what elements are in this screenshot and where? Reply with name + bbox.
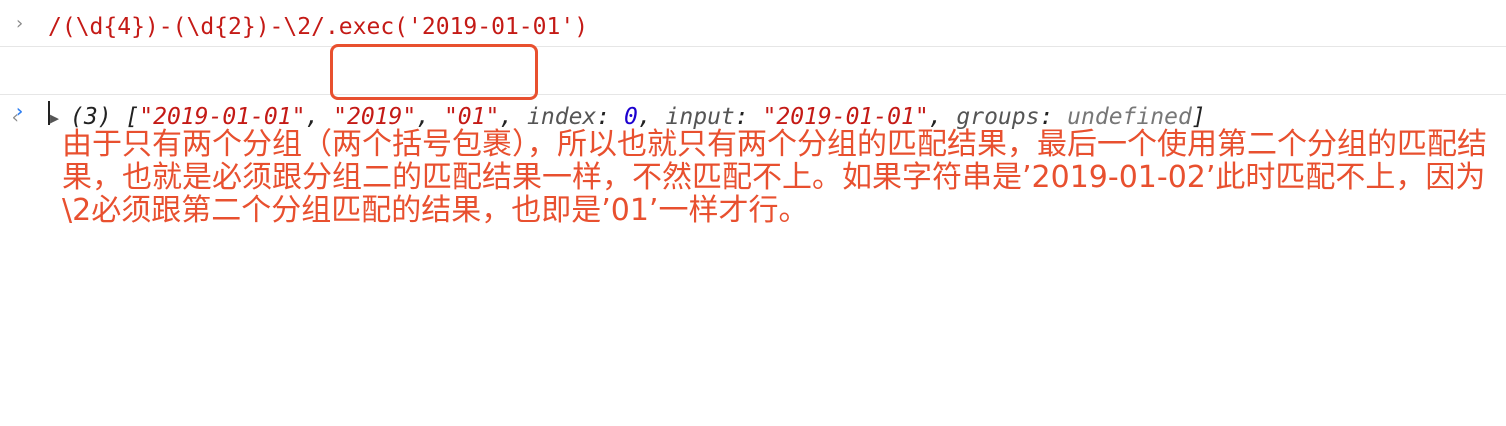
input-prompt-icon: › <box>14 13 25 34</box>
console-input-line: › /(\d{4})-(\d{2})-\2/.exec('2019-01-01'… <box>0 0 1506 47</box>
active-prompt-icon: › <box>14 101 25 122</box>
highlight-annotation-box <box>330 44 538 100</box>
input-expression[interactable]: /(\d{4})-(\d{2})-\2/.exec('2019-01-01') <box>48 14 588 40</box>
console-output-line: ‹ ▶ (3) ["2019-01-01", "2019", "01", ind… <box>0 47 1506 130</box>
text-cursor <box>48 101 50 125</box>
annotation-text: 由于只有两个分组（两个括号包裹），所以也就只有两个分组的匹配结果，最后一个使用第… <box>62 127 1487 228</box>
